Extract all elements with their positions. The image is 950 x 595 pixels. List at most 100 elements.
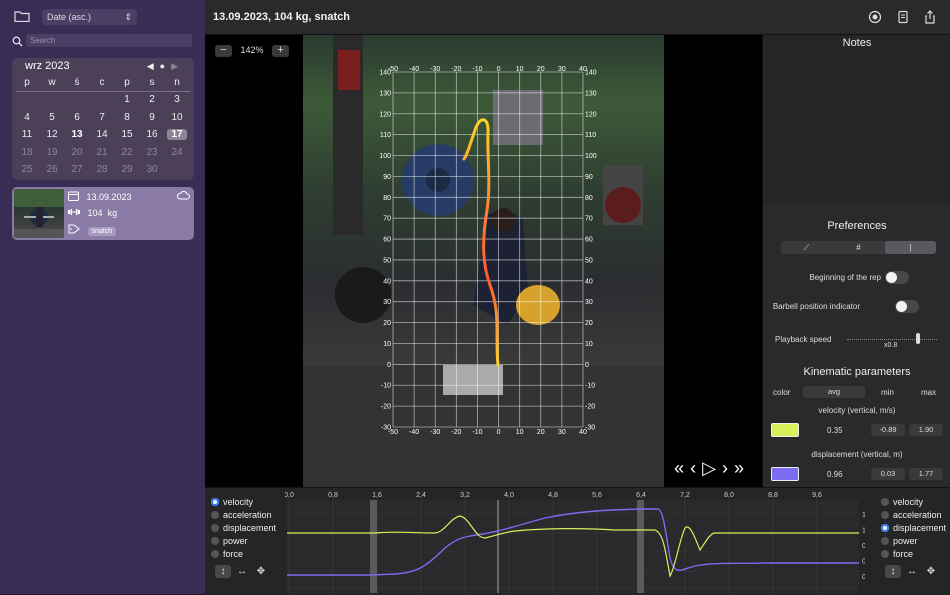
grid-y-label: 80 — [383, 195, 391, 202]
right-graph-tools: ↕↔✥ — [885, 565, 942, 578]
entry-weight: 104 — [88, 208, 103, 218]
axis-option-displacement[interactable]: displacement — [211, 522, 276, 535]
next-month-button[interactable]: ▶ — [171, 61, 184, 71]
calendar-day[interactable]: 29 — [117, 164, 137, 175]
grid-y-label: -10 — [381, 383, 391, 390]
calendar-day[interactable]: 1 — [117, 94, 137, 105]
calendar-day[interactable]: 9 — [142, 112, 162, 123]
document-icon[interactable] — [896, 10, 910, 24]
folder-icon[interactable] — [14, 10, 30, 22]
rep-end-marker[interactable] — [637, 500, 644, 593]
calendar-day[interactable]: 19 — [42, 147, 62, 158]
horizontal-zoom-icon[interactable]: ↔ — [904, 565, 920, 578]
calendar-day[interactable]: 7 — [92, 112, 112, 123]
skip-back-icon[interactable]: « — [674, 458, 690, 478]
calendar-day[interactable]: 15 — [117, 129, 137, 140]
entry-tag-row: snatch — [68, 224, 116, 236]
search-input[interactable] — [26, 34, 192, 47]
today-button[interactable]: ● — [160, 61, 171, 71]
horizontal-zoom-icon[interactable]: ↔ — [234, 565, 250, 578]
kinematic-max[interactable]: 1.77 — [909, 468, 943, 480]
pan-icon[interactable]: ✥ — [923, 565, 939, 578]
calendar-day[interactable]: 12 — [42, 129, 62, 140]
entry-tag[interactable]: snatch — [88, 227, 117, 236]
calendar-day[interactable]: 18 — [17, 147, 37, 158]
grid-y-label: 140 — [379, 70, 391, 77]
calendar-day[interactable]: 24 — [167, 147, 187, 158]
grid-y-label: -20 — [585, 404, 595, 411]
step-back-icon[interactable]: ‹ — [690, 458, 702, 478]
rep-start-marker[interactable] — [370, 500, 377, 593]
axis-option-velocity[interactable]: velocity — [211, 496, 276, 509]
kinematic-color-swatch[interactable] — [771, 467, 799, 481]
weekday-label: p — [117, 77, 137, 88]
calendar-day[interactable]: 10 — [167, 112, 187, 123]
col-color: color — [773, 388, 790, 397]
kinematic-max[interactable]: 1.90 — [909, 424, 943, 436]
prev-month-button[interactable]: ◀ — [147, 61, 160, 71]
graph-x-tick: 4,0 — [504, 492, 514, 499]
vertical-zoom-icon[interactable]: ↕ — [885, 565, 901, 578]
calendar-day[interactable]: 3 — [167, 94, 187, 105]
sort-label: Date (asc.) — [47, 12, 91, 22]
share-icon[interactable] — [923, 10, 937, 24]
skip-forward-icon[interactable]: » — [734, 458, 750, 478]
calendar-day[interactable]: 25 — [17, 164, 37, 175]
calendar-day[interactable]: 16 — [142, 129, 162, 140]
kinematic-graph[interactable]: 0,00,81,62,43,24,04,85,66,47,28,08,89,6 … — [285, 488, 865, 595]
axis-option-acceleration[interactable]: acceleration — [881, 509, 946, 522]
grid-mode-icon[interactable]: # — [833, 241, 884, 254]
record-icon[interactable] — [868, 10, 882, 24]
grid-y-label: 20 — [383, 320, 391, 327]
grid-y-label: 60 — [383, 237, 391, 244]
axis-option-force[interactable]: force — [881, 548, 946, 561]
axis-option-acceleration[interactable]: acceleration — [211, 509, 276, 522]
calendar-day[interactable]: 21 — [92, 147, 112, 158]
calendar-day[interactable]: 4 — [17, 112, 37, 123]
calendar-day[interactable]: 22 — [117, 147, 137, 158]
calendar-day[interactable]: 30 — [142, 164, 162, 175]
left-graph-tools: ↕↔✥ — [215, 565, 272, 578]
calendar-day[interactable]: 2 — [142, 94, 162, 105]
preferences-title: Preferences — [763, 220, 950, 232]
vertical-zoom-icon[interactable]: ↕ — [215, 565, 231, 578]
kinematic-min[interactable]: -0.89 — [871, 424, 905, 436]
step-forward-icon[interactable]: › — [722, 458, 734, 478]
calendar-day[interactable]: 6 — [67, 112, 87, 123]
axis-option-power[interactable]: power — [211, 535, 276, 548]
grid-y-label: -30 — [585, 425, 595, 432]
pan-icon[interactable]: ✥ — [253, 565, 269, 578]
calendar-day[interactable]: 13 — [67, 129, 87, 140]
axis-option-power[interactable]: power — [881, 535, 946, 548]
chevron-updown-icon: ⇕ — [124, 9, 132, 25]
calendar-day[interactable]: 23 — [142, 147, 162, 158]
play-icon[interactable]: ▷ — [702, 458, 722, 478]
toolbar: 13.09.2023, 104 kg, snatch — [205, 0, 950, 35]
grid-x-label: -10 — [472, 429, 482, 436]
line-mode-icon[interactable]: | — [885, 241, 936, 254]
bar-path — [464, 120, 498, 365]
video-viewer[interactable]: − 142% + -50-50-40-40-30-30-20-20-10-100… — [205, 35, 762, 487]
calendar-day[interactable]: 26 — [42, 164, 62, 175]
calendar-day[interactable]: 27 — [67, 164, 87, 175]
calendar-day[interactable]: 5 — [42, 112, 62, 123]
axis-option-velocity[interactable]: velocity — [881, 496, 946, 509]
axis-option-force[interactable]: force — [211, 548, 276, 561]
calendar-day[interactable]: 11 — [17, 129, 37, 140]
beginning-toggle[interactable] — [885, 271, 909, 284]
calendar-day[interactable]: 8 — [117, 112, 137, 123]
grid-y-label: 40 — [383, 278, 391, 285]
calendar-day[interactable]: 14 — [92, 129, 112, 140]
session-entry[interactable]: 13.09.2023 104 kg snatch — [12, 187, 194, 240]
trajectory-mode-icon[interactable]: ⟋ — [781, 241, 832, 254]
kinematic-min[interactable]: 0.03 — [871, 468, 905, 480]
axis-option-displacement[interactable]: displacement — [881, 522, 946, 535]
col-avg[interactable]: avg — [803, 386, 865, 398]
notes-area[interactable]: Notes — [763, 35, 950, 205]
calendar-day[interactable]: 17 — [167, 129, 187, 140]
indicator-toggle[interactable] — [895, 300, 919, 313]
calendar-day[interactable]: 28 — [92, 164, 112, 175]
sort-select[interactable]: Date (asc.) ⇕ — [42, 9, 137, 25]
calendar-day[interactable]: 20 — [67, 147, 87, 158]
kinematic-color-swatch[interactable] — [771, 423, 799, 437]
